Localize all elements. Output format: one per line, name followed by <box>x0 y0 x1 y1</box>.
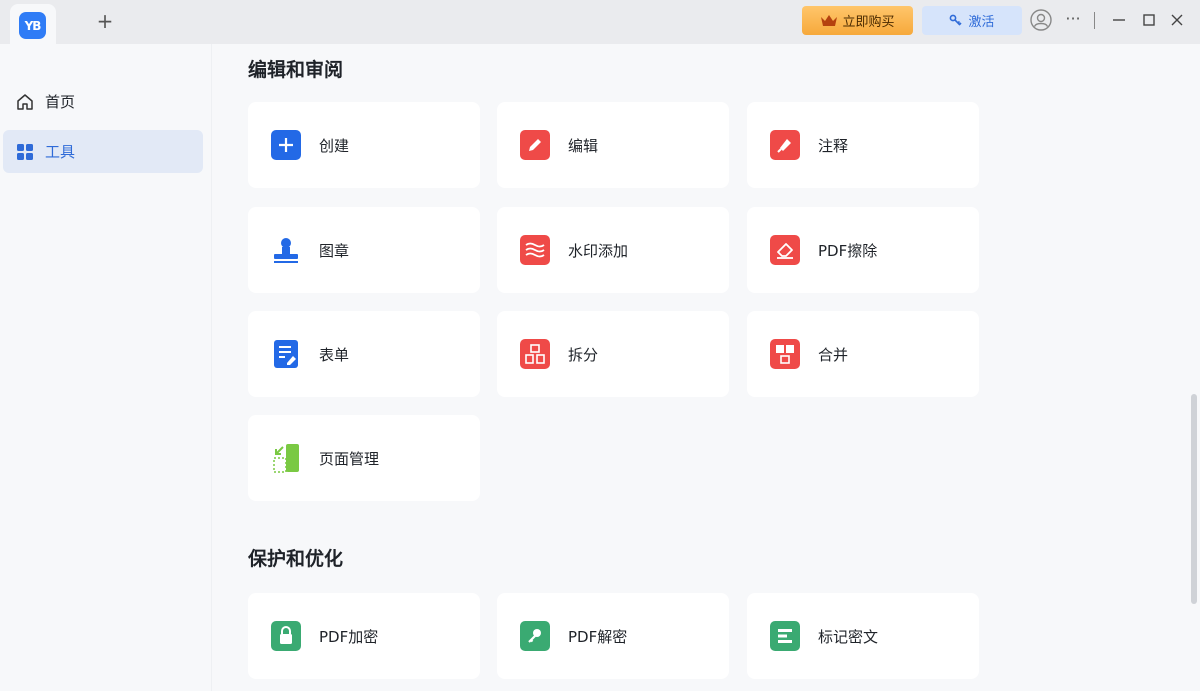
buy-now-button[interactable]: 立即购买 <box>802 6 913 35</box>
tool-card-stamp[interactable]: 图章 <box>248 207 480 293</box>
scrollbar-thumb[interactable] <box>1191 394 1197 604</box>
highlighter-icon <box>770 130 800 160</box>
tool-label: PDF解密 <box>568 627 628 646</box>
tool-card-merge[interactable]: 合并 <box>747 311 979 397</box>
tool-label: 表单 <box>319 345 350 364</box>
tool-card-pdf-decrypt[interactable]: PDF解密 <box>497 593 729 679</box>
activate-label: 激活 <box>968 15 995 30</box>
section-title-edit-review: 编辑和审阅 <box>248 59 344 81</box>
tool-card-edit[interactable]: 编辑 <box>497 102 729 188</box>
home-icon <box>17 93 33 110</box>
tool-label: 编辑 <box>568 136 599 155</box>
activate-button[interactable]: 激活 <box>922 6 1022 35</box>
section-title-protect-optimize: 保护和优化 <box>248 548 344 570</box>
app-logo: YB <box>19 12 46 39</box>
tool-label: 标记密文 <box>818 627 879 646</box>
close-icon[interactable] <box>1167 10 1187 30</box>
tool-label: 页面管理 <box>319 449 380 468</box>
tool-card-create[interactable]: 创建 <box>248 102 480 188</box>
watermark-icon <box>520 235 550 265</box>
form-icon <box>271 339 301 369</box>
sidebar: 首页 工具 <box>0 44 212 691</box>
sidebar-item-label: 工具 <box>45 143 76 161</box>
user-avatar-icon[interactable] <box>1030 9 1052 31</box>
minimize-icon[interactable] <box>1109 10 1129 30</box>
tool-card-pdf-encrypt[interactable]: PDF加密 <box>248 593 480 679</box>
pencil-icon <box>520 130 550 160</box>
plus-icon <box>271 130 301 160</box>
sidebar-item-tools[interactable]: 工具 <box>3 130 203 173</box>
divider <box>1094 12 1095 29</box>
app-tab[interactable]: YB <box>10 4 56 44</box>
tool-card-page-manage[interactable]: 页面管理 <box>248 415 480 501</box>
main-content: 编辑和审阅 创建 编辑 注释 图章 水印添加 PDF擦除 表单 拆分 合并 页面… <box>213 44 1188 691</box>
sidebar-item-label: 首页 <box>45 93 76 111</box>
tool-card-watermark[interactable]: 水印添加 <box>497 207 729 293</box>
stamp-icon <box>271 235 301 265</box>
merge-icon <box>770 339 800 369</box>
lock-icon <box>271 621 301 651</box>
tool-label: 拆分 <box>568 345 599 364</box>
eraser-icon <box>770 235 800 265</box>
tool-label: PDF加密 <box>319 627 379 646</box>
tool-label: 创建 <box>319 136 350 155</box>
tool-card-split[interactable]: 拆分 <box>497 311 729 397</box>
tool-label: 注释 <box>818 136 849 155</box>
key-icon <box>520 621 550 651</box>
more-menu-icon[interactable]: ··· <box>1063 10 1083 30</box>
tool-card-annotate[interactable]: 注释 <box>747 102 979 188</box>
title-bar: YB + 立即购买 激活 ··· <box>0 0 1200 44</box>
tool-label: 水印添加 <box>568 241 629 260</box>
redact-icon <box>770 621 800 651</box>
new-tab-button[interactable]: + <box>94 10 116 32</box>
scrollbar[interactable] <box>1188 44 1200 691</box>
crown-icon <box>821 14 838 26</box>
maximize-icon[interactable] <box>1139 10 1159 30</box>
tool-label: PDF擦除 <box>818 241 878 260</box>
grid-icon <box>17 143 33 160</box>
split-icon <box>520 339 550 369</box>
tool-card-redact[interactable]: 标记密文 <box>747 593 979 679</box>
key-icon <box>950 14 963 26</box>
tool-card-form[interactable]: 表单 <box>248 311 480 397</box>
sidebar-item-home[interactable]: 首页 <box>3 80 203 123</box>
buy-now-label: 立即购买 <box>842 15 895 30</box>
tool-label: 合并 <box>818 345 849 364</box>
page-manage-icon <box>271 443 301 473</box>
tool-card-pdf-erase[interactable]: PDF擦除 <box>747 207 979 293</box>
tool-label: 图章 <box>319 241 350 260</box>
